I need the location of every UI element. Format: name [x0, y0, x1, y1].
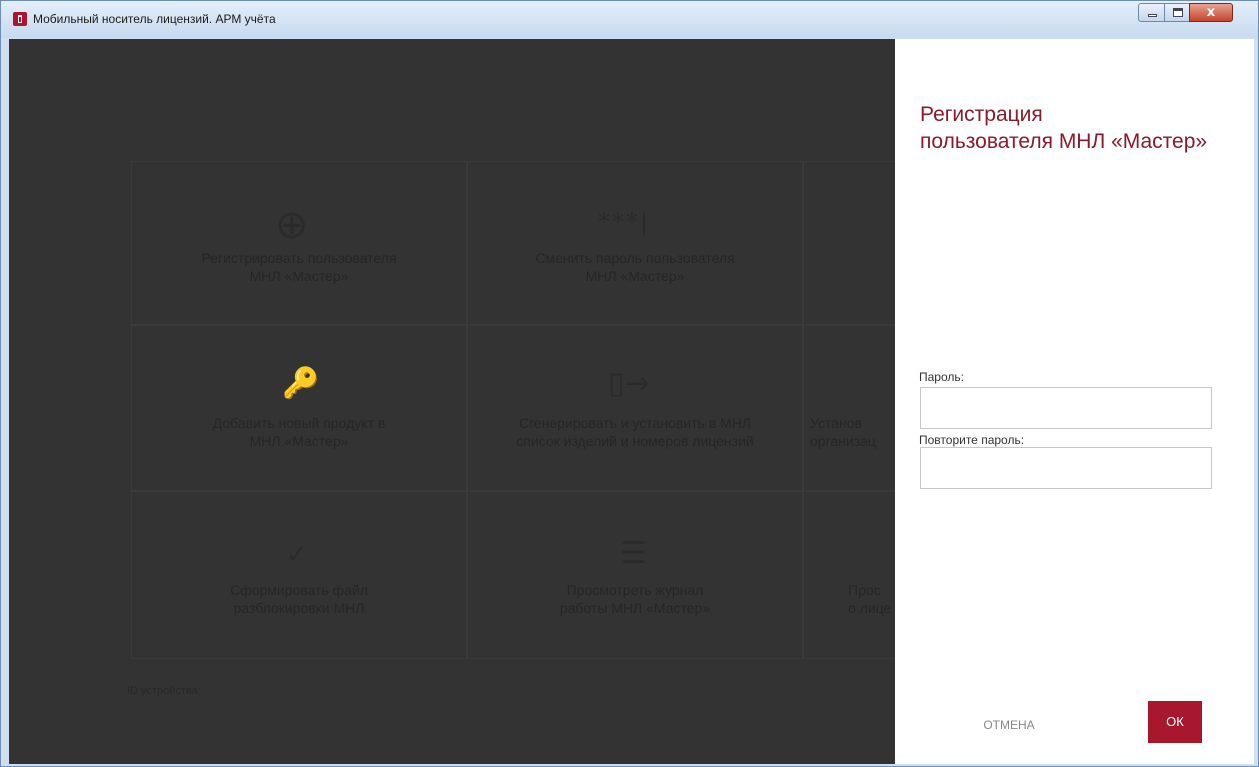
repeat-password-label: Повторите пароль:	[919, 433, 1025, 447]
title-bar[interactable]: Мобильный носитель лицензий. АРМ учёта x	[1, 1, 1258, 38]
password-label: Пароль:	[919, 370, 964, 384]
close-icon: x	[1206, 5, 1216, 20]
password-input[interactable]	[920, 387, 1212, 429]
dimmed-main-area: ⊕ Регистрировать пользователя МНЛ «Масте…	[9, 39, 895, 764]
minimize-button[interactable]	[1138, 3, 1165, 22]
cancel-button[interactable]: ОТМЕНА	[955, 707, 1063, 743]
tile-generate-list[interactable]: ▯→ Сгенерировать и установить в МНЛ спис…	[467, 325, 803, 491]
tile-label: Сменить пароль пользователя МНЛ «Мастер»	[535, 250, 735, 284]
tile-view-log[interactable]: ☰ Просмотреть журнал работы МНЛ «Мастер»	[467, 491, 803, 659]
tile-unlock-file[interactable]: ✓ Сформировать файл разблокировки МНЛ	[131, 491, 467, 659]
close-button[interactable]: x	[1189, 3, 1233, 22]
tile-add-product[interactable]: 🔑 Добавить новый продукт в МНЛ «Мастер»	[131, 325, 467, 491]
app-key-icon	[13, 12, 27, 26]
window-title: Мобильный носитель лицензий. АРМ учёта	[33, 12, 276, 26]
tile-set-organization[interactable]: Установ организац	[803, 325, 895, 491]
tile-label: Просмотреть журнал работы МНЛ «Мастер»	[559, 582, 711, 616]
password-stars-icon: ***|	[598, 208, 651, 236]
tile-label: Сгенерировать и установить в МНЛ список …	[516, 415, 754, 449]
panel-title: Регистрация пользователя МНЛ «Мастер»	[920, 103, 1208, 153]
device-id-label: ID устройства:	[127, 685, 201, 697]
tile-partial-top[interactable]	[803, 161, 895, 325]
registration-panel: Регистрация пользователя МНЛ «Мастер» Па…	[895, 39, 1254, 764]
tile-change-password[interactable]: ***| Сменить пароль пользователя МНЛ «Ма…	[467, 161, 803, 325]
tile-label: Сформировать файл разблокировки МНЛ	[230, 582, 368, 616]
ok-button[interactable]: ОК	[1148, 701, 1202, 743]
tile-register-user[interactable]: ⊕ Регистрировать пользователя МНЛ «Масте…	[131, 161, 467, 325]
plus-circle-icon: ⊕	[275, 202, 309, 248]
client-area: ⊕ Регистрировать пользователя МНЛ «Масте…	[9, 39, 1254, 764]
tile-label: Добавить новый продукт в МНЛ «Мастер»	[212, 415, 386, 449]
tile-view-license[interactable]: Прос о лице	[803, 491, 895, 659]
maximize-button[interactable]	[1164, 3, 1190, 22]
app-window: Мобильный носитель лицензий. АРМ учёта x…	[0, 0, 1259, 767]
repeat-password-input[interactable]	[920, 447, 1212, 489]
tile-label: Установ организац	[810, 415, 876, 449]
tile-label: Регистрировать пользователя МНЛ «Мастер»	[201, 250, 397, 284]
key-icon: 🔑	[282, 366, 320, 401]
clipboard-list-icon: ☰	[620, 536, 647, 571]
document-check-icon: ✓	[286, 540, 308, 570]
document-arrow-icon: ▯→	[608, 366, 650, 401]
tile-label: Прос о лице	[848, 582, 892, 616]
